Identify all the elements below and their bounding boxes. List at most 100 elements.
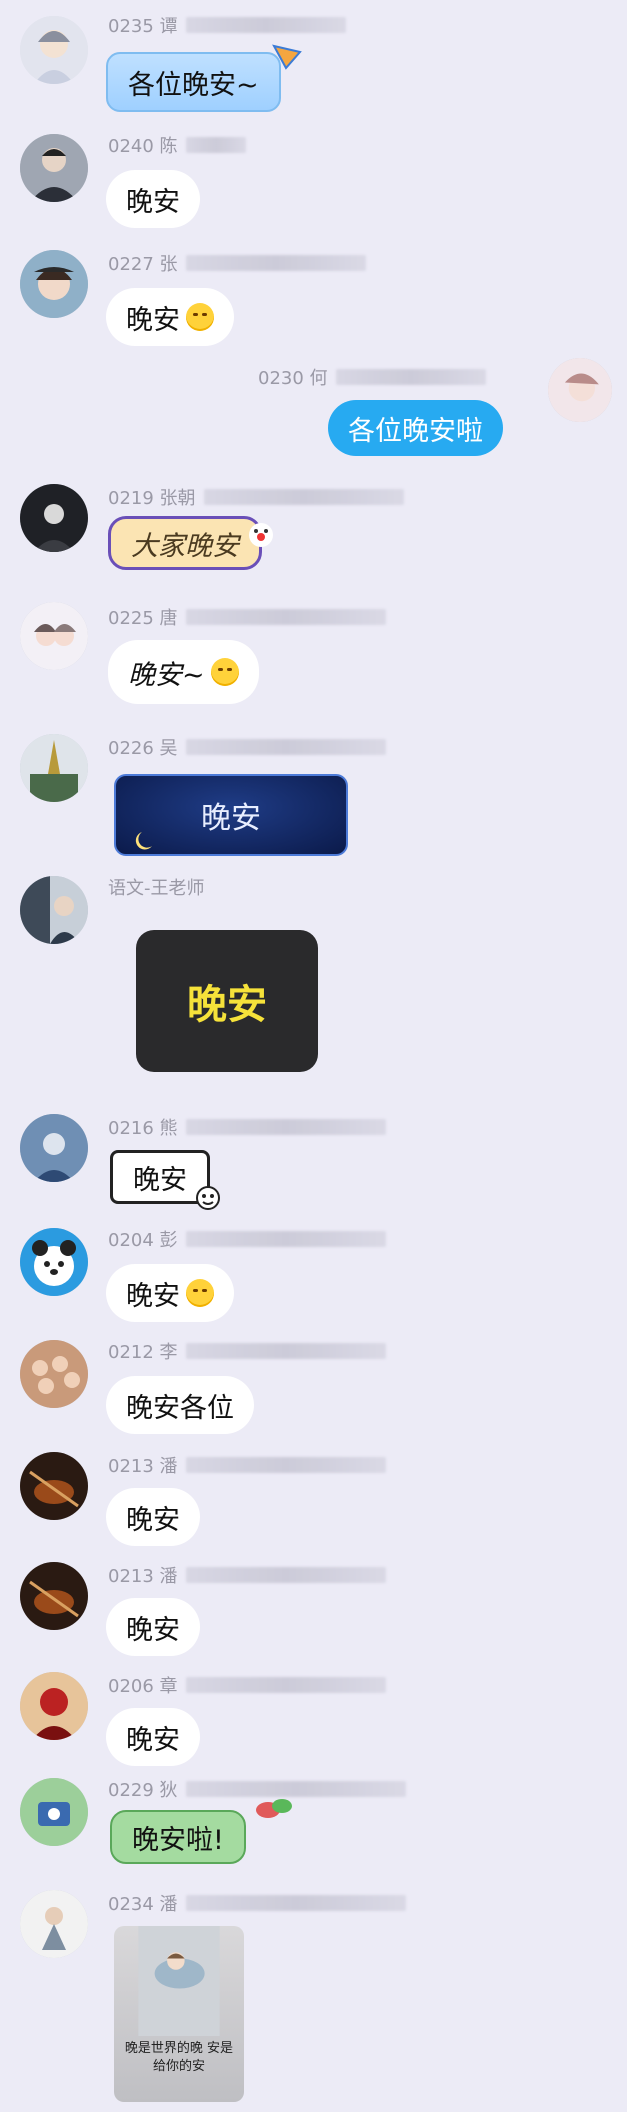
avatar[interactable] xyxy=(20,734,88,802)
message-bubble[interactable]: 晚安 xyxy=(136,930,318,1072)
message-bubble[interactable]: 晚安各位 xyxy=(106,1376,254,1434)
sleepy-face-icon xyxy=(186,303,214,331)
sender-name: 0225 唐 xyxy=(108,608,178,629)
message-text: 大家晚安 xyxy=(131,530,239,562)
sender-meta: 0204 彭 xyxy=(108,1226,386,1252)
redacted-name xyxy=(185,1119,386,1135)
sender-name: 0234 潘 xyxy=(108,1894,178,1915)
sender-meta: 0212 李 xyxy=(108,1338,386,1364)
message-bubble[interactable]: 晚安 xyxy=(106,1488,200,1546)
message-bubble[interactable]: 晚安 xyxy=(106,288,234,346)
kite-decoration-icon xyxy=(272,44,302,70)
sender-meta: 0230 何 xyxy=(258,364,486,390)
avatar[interactable] xyxy=(20,134,88,202)
sender-meta: 0235 谭 xyxy=(108,12,346,38)
message-text: 晚安~ xyxy=(128,659,205,691)
sender-name: 0206 章 xyxy=(108,1676,178,1697)
illustration-image xyxy=(138,1926,220,2036)
message-text: 晚安 xyxy=(126,1280,180,1312)
avatar[interactable] xyxy=(20,1340,88,1408)
avatar[interactable] xyxy=(20,1114,88,1182)
smile-face-icon xyxy=(210,658,239,686)
message-text: 晚安 xyxy=(126,1614,180,1646)
sender-name: 0219 张朝 xyxy=(108,488,196,509)
sender-name: 0230 何 xyxy=(258,368,328,389)
sender-name: 0229 狄 xyxy=(108,1780,178,1801)
sender-meta: 语文-王老师 xyxy=(108,874,205,900)
message-text: 晚安啦! xyxy=(132,1824,224,1856)
redacted-name xyxy=(185,1781,406,1797)
redacted-name xyxy=(203,489,404,505)
redacted-name xyxy=(185,609,386,625)
redacted-name xyxy=(185,137,246,153)
leaf-decoration-icon xyxy=(256,1799,292,1818)
message-text: 晚安 xyxy=(187,982,267,1028)
sender-name: 0235 谭 xyxy=(108,16,178,37)
sender-meta: 0234 潘 xyxy=(108,1890,406,1916)
avatar[interactable] xyxy=(20,484,88,552)
sender-name: 0227 张 xyxy=(108,254,178,275)
avatar[interactable] xyxy=(548,358,612,422)
sender-meta: 0213 潘 xyxy=(108,1452,386,1478)
message-bubble[interactable]: 大家晚安 xyxy=(108,516,262,570)
redacted-name xyxy=(185,739,386,755)
redacted-name xyxy=(185,1343,386,1359)
photo-message[interactable]: 晚是世界的晚 安是给你的安 xyxy=(114,1926,244,2102)
redacted-name xyxy=(335,369,486,385)
sender-meta: 0226 吴 xyxy=(108,734,386,760)
redacted-name xyxy=(185,1457,386,1473)
smile-face-icon xyxy=(186,1279,214,1307)
sender-name: 0226 吴 xyxy=(108,738,178,759)
moon-icon xyxy=(135,832,152,850)
message-text: 晚安 xyxy=(133,1164,187,1196)
message-bubble[interactable]: 晚安 xyxy=(106,1598,200,1656)
sender-name: 0204 彭 xyxy=(108,1230,178,1251)
avatar[interactable] xyxy=(20,16,88,84)
sender-meta: 0225 唐 xyxy=(108,604,386,630)
message-text: 晚安 xyxy=(126,186,180,218)
sender-meta: 0227 张 xyxy=(108,250,366,276)
message-text: 晚安 xyxy=(126,1504,180,1536)
message-text: 晚安 xyxy=(201,801,261,836)
avatar[interactable] xyxy=(20,602,88,670)
avatar[interactable] xyxy=(20,1890,88,1958)
message-bubble[interactable]: 各位晚安啦 xyxy=(328,400,503,456)
message-bubble[interactable]: 各位晚安~ xyxy=(106,52,281,112)
sender-name: 0213 潘 xyxy=(108,1566,178,1587)
sender-name: 语文-王老师 xyxy=(108,878,205,899)
message-text: 晚安 xyxy=(126,1724,180,1756)
message-bubble[interactable]: 晚安~ xyxy=(108,640,259,704)
sender-meta: 0206 章 xyxy=(108,1672,386,1698)
sender-meta: 0213 潘 xyxy=(108,1562,386,1588)
clown-face-icon xyxy=(249,523,273,547)
avatar[interactable] xyxy=(20,1778,88,1846)
sender-meta: 0240 陈 xyxy=(108,132,246,158)
redacted-name xyxy=(185,17,346,33)
sender-name: 0212 李 xyxy=(108,1342,178,1363)
sender-name: 0216 熊 xyxy=(108,1118,178,1139)
avatar[interactable] xyxy=(20,1228,88,1296)
message-text: 各位晚安~ xyxy=(128,69,259,101)
avatar[interactable] xyxy=(20,876,88,944)
redacted-name xyxy=(185,1567,386,1583)
avatar[interactable] xyxy=(20,1562,88,1630)
message-text: 晚安各位 xyxy=(126,1392,234,1424)
cartoon-face-icon xyxy=(196,1186,220,1210)
message-text: 各位晚安啦 xyxy=(348,415,483,447)
message-bubble[interactable]: 晚安 xyxy=(106,1264,234,1322)
redacted-name xyxy=(185,1677,386,1693)
avatar[interactable] xyxy=(20,250,88,318)
avatar[interactable] xyxy=(20,1672,88,1740)
redacted-name xyxy=(185,255,366,271)
avatar[interactable] xyxy=(20,1452,88,1520)
message-bubble[interactable]: 晚安 xyxy=(106,1708,200,1766)
photo-caption: 晚是世界的晚 安是给你的安 xyxy=(124,2041,234,2074)
message-text: 晚安 xyxy=(126,304,180,336)
message-bubble[interactable]: 晚安 xyxy=(106,170,200,228)
sender-meta: 0216 熊 xyxy=(108,1114,386,1140)
message-bubble[interactable]: 晚安啦! xyxy=(110,1810,246,1864)
sender-name: 0240 陈 xyxy=(108,136,178,157)
sender-name: 0213 潘 xyxy=(108,1456,178,1477)
sender-meta: 0219 张朝 xyxy=(108,484,404,510)
redacted-name xyxy=(185,1895,406,1911)
